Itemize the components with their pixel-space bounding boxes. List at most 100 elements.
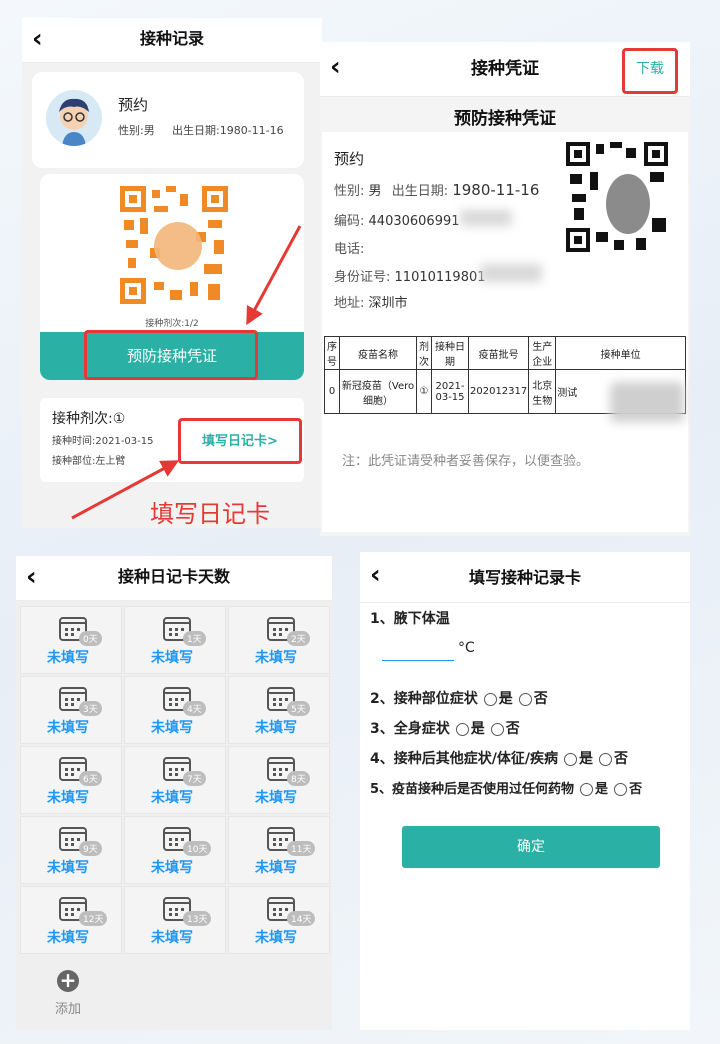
temperature-input[interactable] <box>382 642 454 661</box>
diary-day-cell[interactable]: 7天 未填写 <box>124 746 226 814</box>
day-badge: 6天 <box>79 771 102 786</box>
yes-label: 是 <box>578 751 593 767</box>
cert-code-row: 编码: 44030606991 <box>334 210 460 229</box>
table-cell: 北京生物 <box>528 369 557 414</box>
no-label: 否 <box>613 751 628 767</box>
cert-gender: 男 <box>368 184 382 199</box>
table-header: 剂次 <box>416 336 432 370</box>
table-header: 接种日期 <box>431 336 469 370</box>
diary-day-cell[interactable]: 13天未填写 <box>124 886 226 954</box>
form-header: ‹ 填写接种记录卡 <box>360 552 690 603</box>
question-medication-row: 5、疫苗接种后是否使用过任何药物 是 否 <box>370 778 642 797</box>
diary-day-cell[interactable]: 14天 未填写 <box>228 886 330 954</box>
radio-no[interactable] <box>490 722 504 736</box>
day-badge: 8天 <box>287 771 310 786</box>
temperature-unit: °C <box>458 640 475 656</box>
day-status: 未填写 <box>151 650 193 666</box>
day-status: 未填写 <box>47 720 89 736</box>
diary-day-cell[interactable]: 12天 未填写 <box>20 886 122 954</box>
no-label: 否 <box>505 721 520 737</box>
certificate-heading: 预防接种凭证 <box>454 109 556 129</box>
add-icon: + <box>57 970 79 992</box>
day-badge: 10天 <box>183 841 212 856</box>
radio-yes[interactable] <box>580 783 594 796</box>
diary-day-cell[interactable]: 8天未填写 <box>228 746 330 814</box>
add-label: 添加 <box>54 1002 81 1017</box>
table-cell: 202012317 <box>467 369 530 414</box>
yes-label: 是 <box>595 782 609 797</box>
day-badge: 13天 <box>183 911 212 926</box>
yes-label: 是 <box>470 721 485 737</box>
question-site-symptom-row: 2、接种部位症状 是 否 <box>370 688 548 708</box>
table-cell: ① <box>416 369 432 414</box>
table-header: 生产企业 <box>528 336 557 370</box>
radio-yes[interactable] <box>563 752 577 766</box>
cert-name: 预约 <box>334 150 365 168</box>
radio-no[interactable] <box>598 752 612 766</box>
day-badge: 4天 <box>183 701 206 716</box>
diary-day-cell[interactable]: 10天未填写 <box>124 816 226 884</box>
day-status: 未填写 <box>255 790 297 806</box>
unit-redaction <box>610 382 684 422</box>
table-header-row: 序号 疫苗名称 剂次 接种日期 疫苗批号 生产企业 接种单位 <box>324 336 686 370</box>
cert-id-label: 身份证号: <box>334 270 391 285</box>
form-title: 填写接种记录卡 <box>468 568 581 587</box>
day-status: 未填写 <box>255 930 297 946</box>
radio-no[interactable] <box>518 692 532 706</box>
table-cell: 0 <box>324 369 340 414</box>
cert-address: 深圳市 <box>368 296 408 311</box>
cert-gender-row: 性别: 男 出生日期: 1980-11-16 <box>334 180 539 199</box>
id-redaction <box>480 264 542 282</box>
question-systemic: 3、全身症状 <box>370 721 450 737</box>
certificate-note: 注：此凭证请受种者妥善保存，以便查验。 <box>342 454 590 469</box>
cert-birth-label: 出生日期: <box>391 184 449 199</box>
diary-day-cell[interactable]: 9天 未填写 <box>20 816 122 884</box>
add-day-button[interactable]: + 添加 <box>46 970 90 1018</box>
cert-address-label: 地址: <box>334 296 365 311</box>
question-temperature: 1、腋下体温 <box>370 611 450 627</box>
diary-day-cell[interactable]: 2天未填写 <box>228 606 330 674</box>
day-status: 未填写 <box>255 860 297 876</box>
table-header: 接种单位 <box>555 336 686 370</box>
radio-yes[interactable] <box>455 722 469 736</box>
day-status: 未填写 <box>47 790 89 806</box>
radio-yes[interactable] <box>483 692 497 706</box>
cert-gender-label: 性别: <box>334 184 365 199</box>
table-header: 疫苗名称 <box>339 336 417 370</box>
day-status: 未填写 <box>151 930 193 946</box>
cert-birth: 1980-11-16 <box>452 181 540 199</box>
code-redaction <box>460 210 512 226</box>
table-cell: 新冠疫苗（Vero细胞） <box>339 369 417 414</box>
diary-day-cell[interactable]: 11天未填写 <box>228 816 330 884</box>
day-status: 未填写 <box>151 720 193 736</box>
download-highlight <box>622 48 678 94</box>
diary-day-cell[interactable]: 4天未填写 <box>124 676 226 744</box>
radio-no[interactable] <box>614 783 628 796</box>
confirm-button[interactable]: 确定 <box>402 826 660 868</box>
day-badge: 3天 <box>79 701 102 716</box>
day-badge: 11天 <box>287 841 316 856</box>
diary-day-cell[interactable]: 1天未填写 <box>124 606 226 674</box>
cert-id-row: 身份证号: 11010119801 <box>334 266 486 285</box>
cert-address-row: 地址: 深圳市 <box>334 292 408 311</box>
day-status: 未填写 <box>47 650 89 666</box>
day-status: 未填写 <box>151 860 193 876</box>
day-status: 未填写 <box>151 790 193 806</box>
certificate-qr-code <box>566 142 668 252</box>
day-badge: 1天 <box>183 631 206 646</box>
diary-day-cell[interactable]: 6天未填写 <box>20 746 122 814</box>
diary-day-cell[interactable]: 5天 未填写 <box>228 676 330 744</box>
diary-days-panel: ‹ 接种日记卡天数 0天 未填写 1天 未填写 2天 未填写 3天 未填写 4天 未填写 5天 未填写… <box>16 556 332 1030</box>
question-medication: 5、疫苗接种后是否使用过任何药物 <box>370 782 575 797</box>
yes-label: 是 <box>498 691 513 707</box>
diary-header: ‹ 接种日记卡天数 <box>16 556 332 601</box>
question-systemic-row: 3、全身症状 是 否 <box>370 718 520 738</box>
day-status: 未填写 <box>255 650 297 666</box>
diary-day-cell[interactable]: 0天未填写 <box>20 606 122 674</box>
day-badge: 0天 <box>79 631 102 646</box>
day-badge: 2天 <box>287 631 310 646</box>
day-badge: 5天 <box>287 701 310 716</box>
diary-day-cell[interactable]: 3天未填写 <box>20 676 122 744</box>
table-cell: 2021-03-15 <box>431 369 469 414</box>
day-status: 未填写 <box>47 930 89 946</box>
